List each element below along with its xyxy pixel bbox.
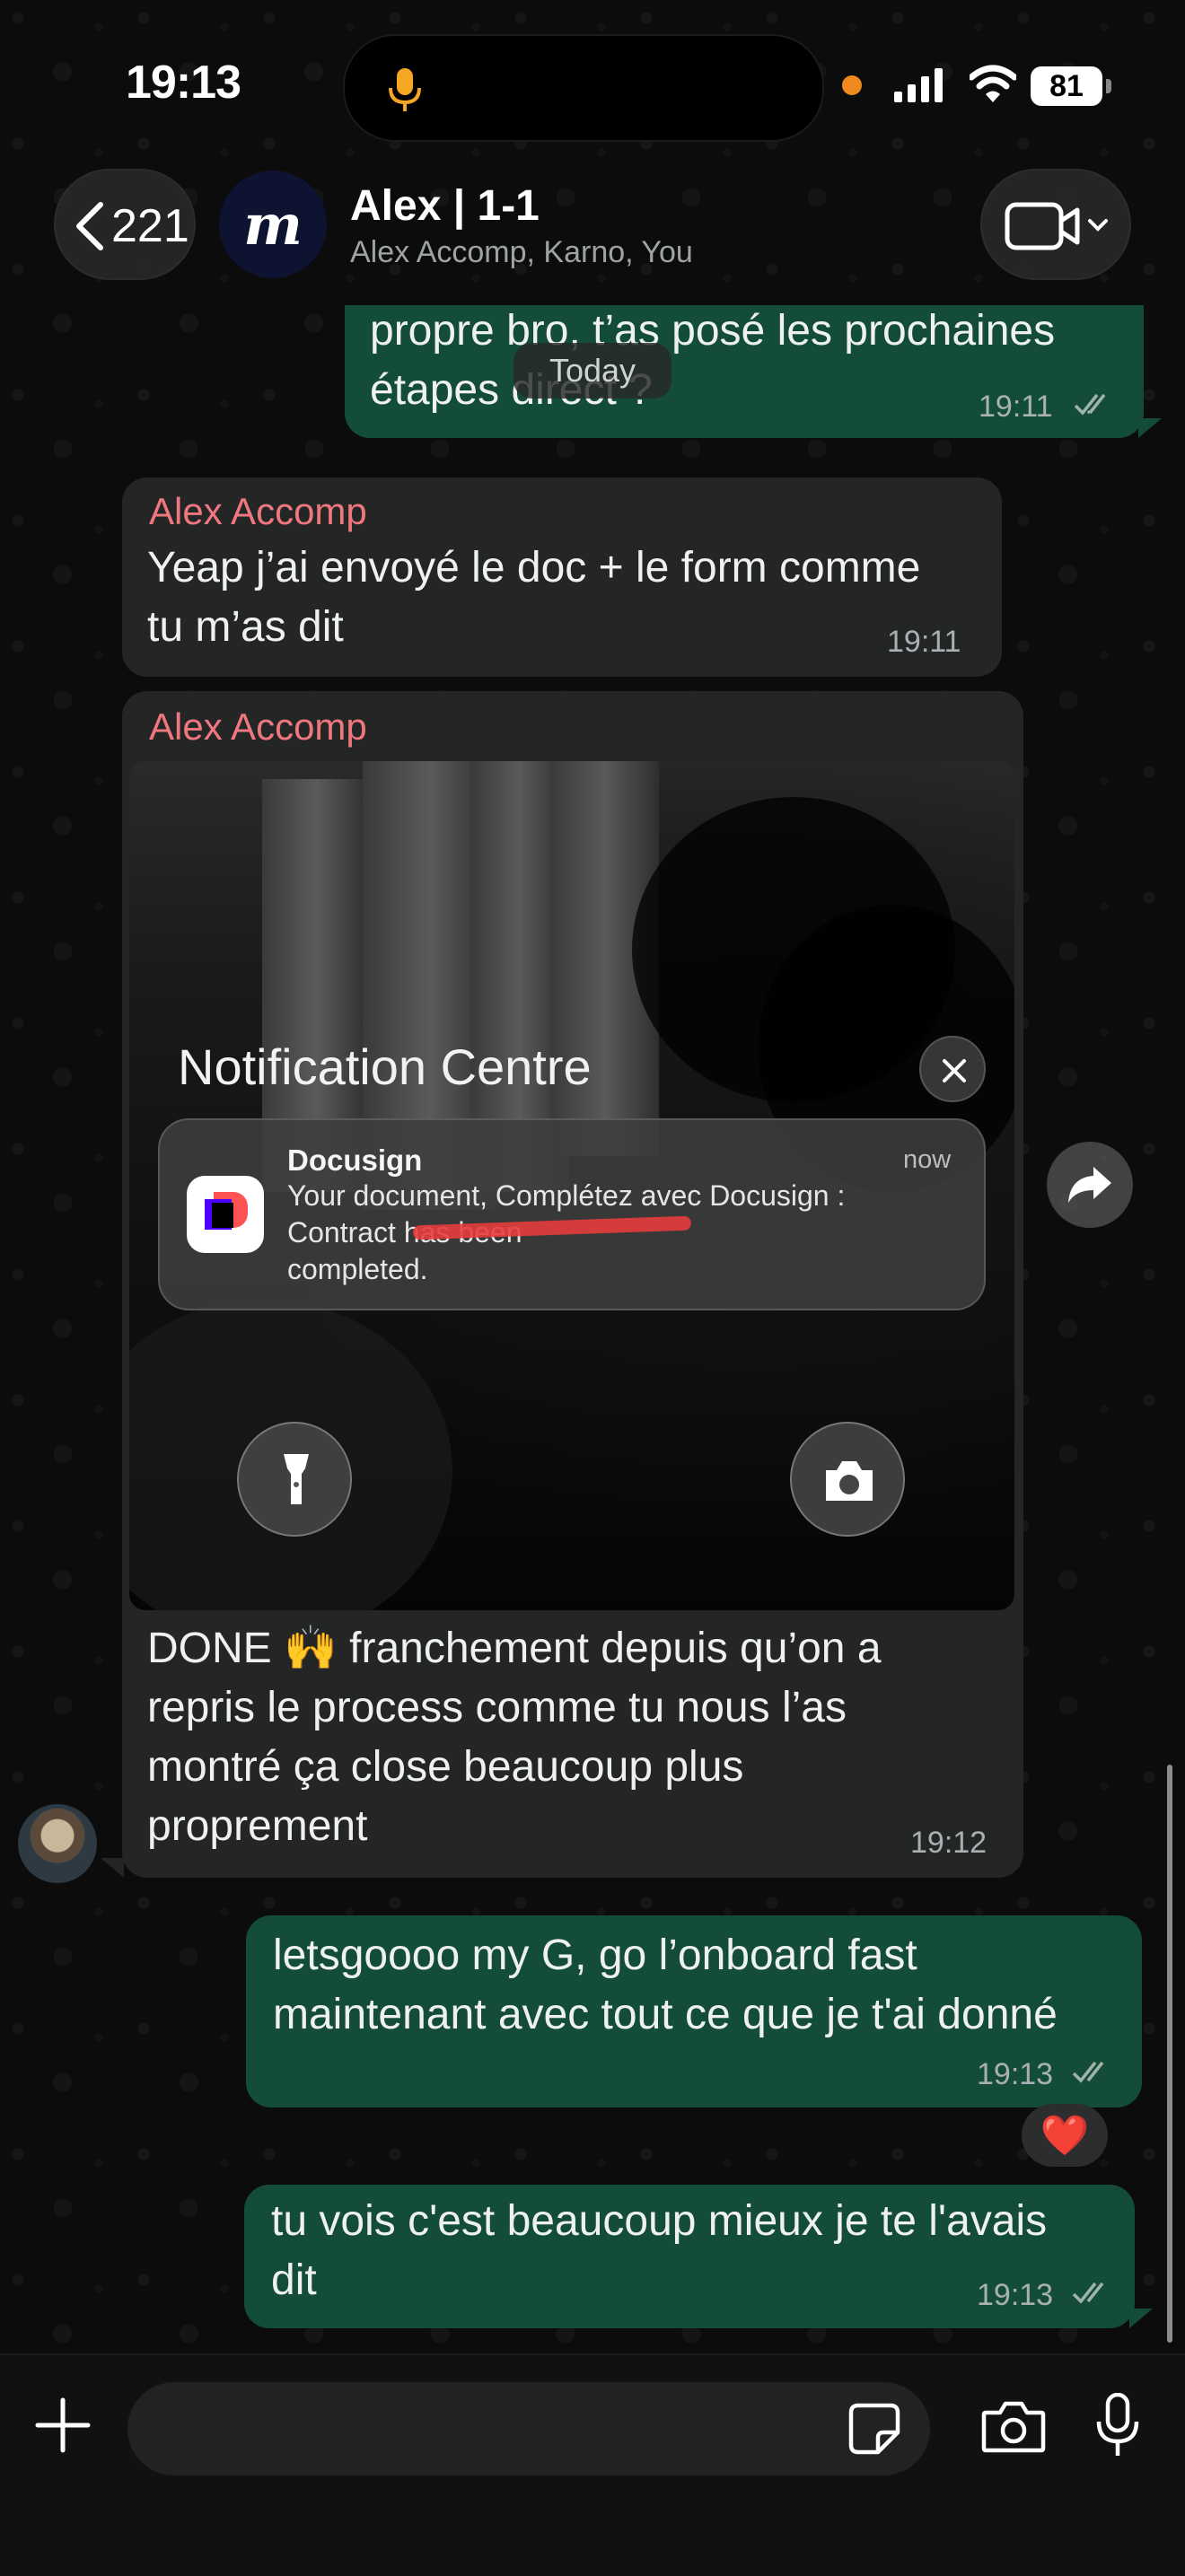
group-avatar[interactable]: m bbox=[219, 171, 327, 278]
sender-name[interactable]: Alex Accomp bbox=[149, 490, 367, 533]
message-text: letsgoooo my G, go l’onboard fast mainte… bbox=[273, 1932, 1058, 2038]
message-time: 19:11 bbox=[979, 390, 1053, 424]
image-attachment[interactable]: Notification Centre Docusign now Your do… bbox=[129, 761, 1014, 1610]
chevron-left-icon bbox=[76, 202, 103, 250]
date-divider: Today bbox=[514, 343, 672, 399]
battery-level: 81 bbox=[1049, 69, 1084, 103]
battery-indicator: 81 bbox=[1031, 66, 1113, 106]
docusign-app-icon bbox=[187, 1176, 264, 1253]
message-bubble-outgoing[interactable]: letsgoooo my G, go l’onboard fast mainte… bbox=[246, 1915, 1142, 2107]
status-time: 19:13 bbox=[126, 57, 241, 109]
cellular-signal-icon bbox=[894, 68, 943, 102]
unread-count: 221 bbox=[111, 200, 189, 252]
scrollbar[interactable] bbox=[1167, 1765, 1172, 2343]
sender-name[interactable]: Alex Accomp bbox=[149, 705, 367, 749]
notification-centre-title: Notification Centre bbox=[178, 1038, 592, 1095]
chat-participants[interactable]: Alex Accomp, Karno, You bbox=[350, 235, 693, 270]
message-text: tu vois c'est beaucoup mieux je te l'ava… bbox=[271, 2197, 1048, 2304]
read-receipt-icon bbox=[1074, 393, 1106, 416]
read-receipt-icon bbox=[1072, 2061, 1104, 2083]
message-bubble-incoming[interactable]: Alex Accomp Yeap j’ai envoyé le doc + le… bbox=[122, 478, 1002, 677]
forward-button[interactable] bbox=[1047, 1142, 1133, 1228]
forward-icon bbox=[1068, 1167, 1111, 1203]
status-bar: 19:13 81 bbox=[0, 0, 1185, 171]
video-call-icon bbox=[1005, 202, 1108, 250]
sender-avatar[interactable] bbox=[18, 1804, 97, 1883]
plus-icon[interactable] bbox=[34, 2396, 92, 2454]
message-text: DONE 🙌 franchement depuis qu’on a repris… bbox=[147, 1625, 882, 1850]
flashlight-button bbox=[237, 1422, 352, 1537]
message-time: 19:11 bbox=[887, 625, 961, 659]
chat-title[interactable]: Alex | 1-1 bbox=[350, 181, 540, 231]
heart-reaction[interactable]: ❤️ bbox=[1022, 2104, 1108, 2167]
sticker-icon[interactable] bbox=[847, 2402, 901, 2456]
composer-bar bbox=[0, 2353, 1185, 2576]
avatar-logo-letter: m bbox=[243, 191, 303, 258]
camera-shortcut-button bbox=[790, 1422, 905, 1537]
message-time: 19:13 bbox=[977, 2057, 1054, 2091]
message-time: 19:12 bbox=[910, 1826, 988, 1860]
close-button bbox=[919, 1036, 986, 1102]
camera-icon[interactable] bbox=[980, 2398, 1047, 2456]
dynamic-island bbox=[343, 34, 824, 142]
message-text: propre bro, t’as posé les prochaines éta… bbox=[370, 307, 1056, 414]
notification-app-name: Docusign bbox=[287, 1143, 423, 1177]
recording-indicator-dot bbox=[842, 75, 862, 95]
close-icon bbox=[943, 1059, 966, 1082]
message-bubble-outgoing[interactable]: propre bro, t’as posé les prochaines éta… bbox=[345, 305, 1144, 438]
back-button[interactable]: 221 bbox=[54, 169, 196, 280]
notification-time: now bbox=[903, 1145, 952, 1174]
notification-body: Your document, Complétez avec Docusign :… bbox=[287, 1179, 846, 1285]
message-time: 19:13 bbox=[977, 2278, 1054, 2312]
camera-icon bbox=[826, 1461, 873, 1501]
message-bubble-outgoing[interactable]: tu vois c'est beaucoup mieux je te l'ava… bbox=[244, 2185, 1135, 2328]
message-input[interactable] bbox=[127, 2382, 930, 2475]
wifi-icon bbox=[970, 65, 1016, 102]
microphone-in-use-icon bbox=[389, 68, 421, 111]
message-text: Yeap j’ai envoyé le doc + le form comme … bbox=[147, 544, 921, 651]
video-call-button[interactable] bbox=[980, 169, 1131, 280]
docusign-notification: Docusign now Your document, Complétez av… bbox=[158, 1118, 986, 1310]
read-receipt-icon bbox=[1072, 2282, 1104, 2304]
microphone-icon[interactable] bbox=[1095, 2393, 1140, 2458]
flashlight-icon bbox=[284, 1454, 309, 1504]
